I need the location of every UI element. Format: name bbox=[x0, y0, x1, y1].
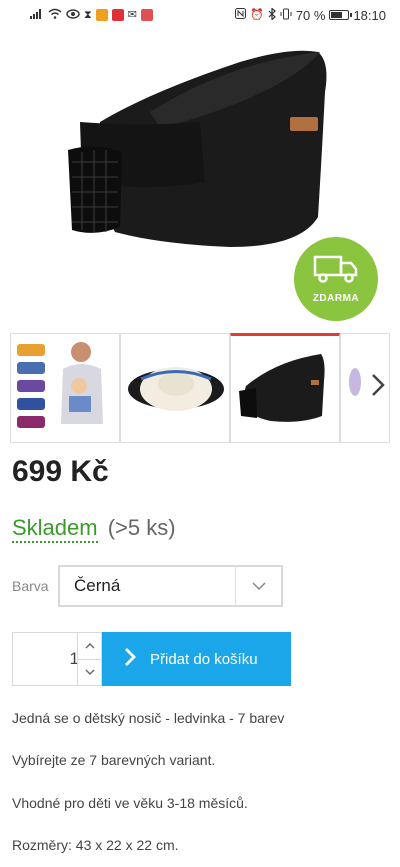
thumbnail-carousel bbox=[10, 333, 390, 445]
color-label: Barva bbox=[12, 578, 49, 594]
quantity-increase-button[interactable] bbox=[78, 633, 101, 659]
carrier-black-side-thumbnail[interactable] bbox=[230, 333, 340, 443]
description-line: Vhodné pro děti ve věku 3-18 měsíců. bbox=[12, 795, 248, 811]
status-bar: ⧗ ✉ ⏰ 70 % 18:10 bbox=[0, 0, 400, 30]
product-price: 699 Kč bbox=[12, 455, 109, 488]
status-icons-right: ⏰ 70 % 18:10 bbox=[235, 6, 386, 23]
stock-count: (>5 ks) bbox=[107, 515, 176, 540]
eye-icon bbox=[66, 8, 80, 22]
quantity-stepper[interactable]: 1 bbox=[12, 632, 102, 686]
description-line: Vybírejte ze 7 barevných variant. bbox=[12, 752, 216, 768]
color-selected-value: Černá bbox=[74, 576, 121, 595]
battery-icon bbox=[329, 10, 353, 20]
chevron-right-icon bbox=[124, 647, 136, 671]
delivery-truck-icon bbox=[313, 254, 359, 289]
app-notification-icon bbox=[140, 9, 153, 21]
app-notification-icon bbox=[95, 9, 108, 21]
color-variants-thumbnail[interactable] bbox=[10, 333, 120, 443]
clock: 18:10 bbox=[353, 7, 386, 23]
quantity-decrease-button[interactable] bbox=[78, 658, 101, 686]
bluetooth-icon bbox=[268, 6, 276, 23]
chevron-up-icon bbox=[85, 642, 94, 649]
nfc-icon bbox=[235, 8, 247, 22]
quantity-input[interactable]: 1 bbox=[13, 633, 79, 685]
add-to-cart-button[interactable]: Přidat do košíku bbox=[102, 632, 291, 686]
description-line: Rozměry: 43 x 22 x 22 cm. bbox=[12, 837, 179, 853]
carrier-top-view-thumbnail[interactable] bbox=[120, 333, 230, 443]
signal-icon bbox=[30, 8, 44, 22]
color-select[interactable]: Černá bbox=[58, 565, 283, 607]
stock-availability-link[interactable]: Skladem bbox=[12, 515, 98, 543]
free-shipping-badge: ZDARMA bbox=[294, 237, 378, 321]
mail-icon: ✉ bbox=[127, 9, 137, 21]
quantity-buttons bbox=[77, 633, 101, 685]
add-to-cart-label: Přidat do košíku bbox=[150, 650, 258, 668]
description-line: Jedná se o dětský nosič - ledvinka - 7 b… bbox=[12, 710, 285, 726]
product-main-image[interactable]: ZDARMA bbox=[0, 32, 400, 322]
chevron-right-icon[interactable] bbox=[371, 372, 385, 404]
hourglass-icon: ⧗ bbox=[84, 9, 92, 21]
alarm-icon: ⏰ bbox=[250, 9, 264, 21]
stock-status: Skladem (>5 ks) bbox=[12, 515, 176, 543]
wifi-icon bbox=[48, 8, 62, 22]
vibrate-icon bbox=[280, 8, 292, 23]
carrier-partial-thumbnail[interactable] bbox=[340, 333, 390, 443]
battery-percent: 70 % bbox=[295, 7, 326, 23]
chevron-down-icon bbox=[85, 669, 94, 676]
chevron-down-icon[interactable] bbox=[235, 567, 281, 605]
app-notification-icon bbox=[111, 9, 124, 21]
status-icons-left: ⧗ ✉ bbox=[30, 8, 153, 22]
free-shipping-label: ZDARMA bbox=[312, 293, 360, 304]
